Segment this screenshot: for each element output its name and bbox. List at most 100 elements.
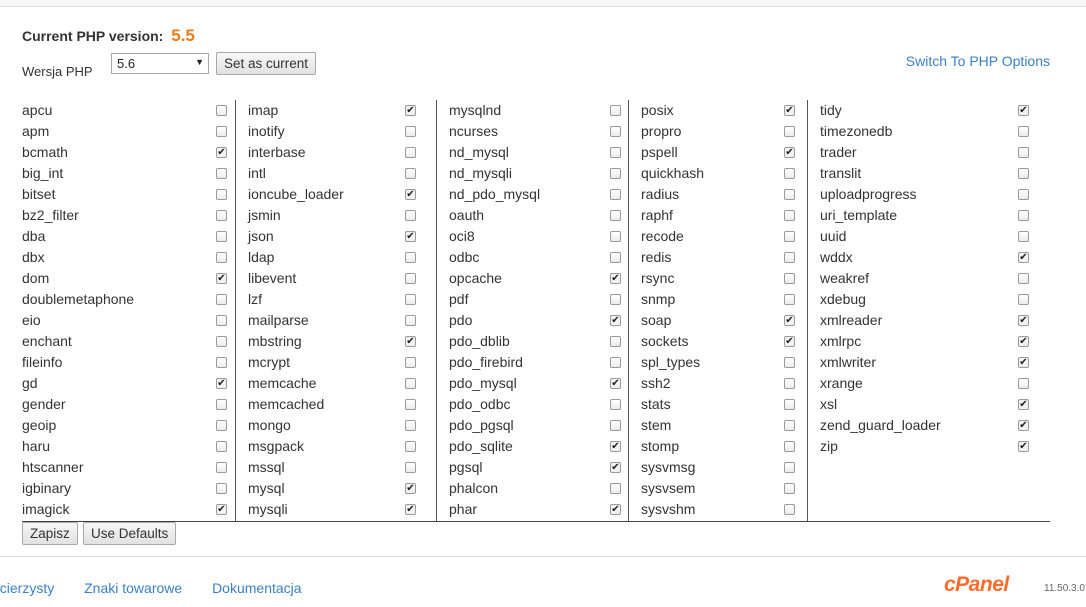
extension-checkbox[interactable] <box>610 483 621 494</box>
extension-checkbox[interactable] <box>784 462 795 473</box>
extension-checkbox[interactable] <box>405 273 416 284</box>
extension-checkbox[interactable] <box>405 315 416 326</box>
extension-checkbox[interactable] <box>405 147 416 158</box>
extension-checkbox[interactable]: ✔ <box>1018 336 1029 347</box>
set-as-current-button[interactable]: Set as current <box>216 52 317 75</box>
extension-checkbox[interactable]: ✔ <box>610 273 621 284</box>
extension-checkbox[interactable] <box>784 441 795 452</box>
extension-checkbox[interactable]: ✔ <box>610 441 621 452</box>
extension-checkbox[interactable]: ✔ <box>784 105 795 116</box>
use-defaults-button[interactable]: Use Defaults <box>83 522 177 545</box>
extension-checkbox[interactable] <box>1018 126 1029 137</box>
extension-checkbox[interactable]: ✔ <box>610 462 621 473</box>
extension-checkbox[interactable] <box>610 126 621 137</box>
extension-checkbox[interactable] <box>216 126 227 137</box>
extension-checkbox[interactable] <box>216 168 227 179</box>
extension-checkbox[interactable]: ✔ <box>1018 105 1029 116</box>
extension-checkbox[interactable] <box>784 357 795 368</box>
extension-checkbox[interactable] <box>1018 147 1029 158</box>
extension-checkbox[interactable] <box>610 399 621 410</box>
extension-checkbox[interactable] <box>1018 168 1029 179</box>
extension-checkbox[interactable] <box>405 168 416 179</box>
extension-checkbox[interactable] <box>784 189 795 200</box>
extension-checkbox[interactable]: ✔ <box>405 231 416 242</box>
footer-link-documentation[interactable]: Dokumentacja <box>212 580 302 596</box>
extension-checkbox[interactable]: ✔ <box>405 105 416 116</box>
extension-checkbox[interactable] <box>216 231 227 242</box>
extension-checkbox[interactable] <box>610 231 621 242</box>
extension-checkbox[interactable] <box>610 168 621 179</box>
extension-checkbox[interactable] <box>405 252 416 263</box>
extension-checkbox[interactable] <box>610 336 621 347</box>
extension-checkbox[interactable] <box>784 210 795 221</box>
extension-checkbox[interactable] <box>610 210 621 221</box>
footer-link-trademarks[interactable]: Znaki towarowe <box>84 580 182 596</box>
extension-checkbox[interactable] <box>216 483 227 494</box>
extension-checkbox[interactable]: ✔ <box>784 147 795 158</box>
extension-checkbox[interactable]: ✔ <box>610 504 621 515</box>
extension-checkbox[interactable]: ✔ <box>405 504 416 515</box>
extension-checkbox[interactable] <box>610 252 621 263</box>
extension-checkbox[interactable] <box>610 357 621 368</box>
extension-checkbox[interactable] <box>216 315 227 326</box>
footer-link-copyright[interactable]: acierzysty <box>0 580 54 596</box>
extension-checkbox[interactable] <box>610 294 621 305</box>
extension-checkbox[interactable] <box>610 147 621 158</box>
extension-checkbox[interactable] <box>216 189 227 200</box>
extension-checkbox[interactable] <box>784 294 795 305</box>
extension-checkbox[interactable]: ✔ <box>405 336 416 347</box>
extension-checkbox[interactable] <box>1018 231 1029 242</box>
extension-checkbox[interactable] <box>784 504 795 515</box>
switch-to-php-options-link[interactable]: Switch To PHP Options <box>906 53 1050 69</box>
extension-checkbox[interactable] <box>405 210 416 221</box>
extension-checkbox[interactable]: ✔ <box>1018 252 1029 263</box>
extension-checkbox[interactable]: ✔ <box>610 378 621 389</box>
extension-checkbox[interactable] <box>405 378 416 389</box>
extension-checkbox[interactable] <box>216 399 227 410</box>
extension-checkbox[interactable]: ✔ <box>216 147 227 158</box>
extension-checkbox[interactable] <box>405 294 416 305</box>
extension-checkbox[interactable] <box>784 231 795 242</box>
extension-checkbox[interactable] <box>610 420 621 431</box>
extension-checkbox[interactable] <box>784 483 795 494</box>
extension-checkbox[interactable] <box>405 357 416 368</box>
extension-checkbox[interactable]: ✔ <box>1018 420 1029 431</box>
extension-checkbox[interactable] <box>1018 273 1029 284</box>
extension-checkbox[interactable] <box>216 210 227 221</box>
extension-checkbox[interactable] <box>216 294 227 305</box>
extension-checkbox[interactable] <box>784 126 795 137</box>
extension-checkbox[interactable]: ✔ <box>1018 357 1029 368</box>
extension-checkbox[interactable] <box>1018 378 1029 389</box>
extension-checkbox[interactable] <box>610 189 621 200</box>
extension-checkbox[interactable] <box>784 420 795 431</box>
extension-checkbox[interactable] <box>216 441 227 452</box>
extension-checkbox[interactable]: ✔ <box>405 189 416 200</box>
extension-checkbox[interactable] <box>216 252 227 263</box>
extension-checkbox[interactable] <box>405 399 416 410</box>
extension-checkbox[interactable]: ✔ <box>610 315 621 326</box>
extension-checkbox[interactable] <box>216 357 227 368</box>
extension-checkbox[interactable] <box>216 105 227 116</box>
save-button[interactable]: Zapisz <box>22 522 78 545</box>
extension-checkbox[interactable]: ✔ <box>1018 399 1029 410</box>
extension-checkbox[interactable] <box>1018 210 1029 221</box>
extension-checkbox[interactable] <box>1018 294 1029 305</box>
extension-checkbox[interactable] <box>216 462 227 473</box>
extension-checkbox[interactable]: ✔ <box>216 273 227 284</box>
extension-checkbox[interactable] <box>784 378 795 389</box>
extension-checkbox[interactable] <box>784 252 795 263</box>
extension-checkbox[interactable]: ✔ <box>216 504 227 515</box>
extension-checkbox[interactable] <box>1018 189 1029 200</box>
extension-checkbox[interactable]: ✔ <box>1018 315 1029 326</box>
extension-checkbox[interactable] <box>610 105 621 116</box>
extension-checkbox[interactable] <box>784 168 795 179</box>
extension-checkbox[interactable]: ✔ <box>405 483 416 494</box>
extension-checkbox[interactable] <box>216 420 227 431</box>
extension-checkbox[interactable] <box>784 399 795 410</box>
extension-checkbox[interactable]: ✔ <box>1018 441 1029 452</box>
extension-checkbox[interactable] <box>405 462 416 473</box>
extension-checkbox[interactable] <box>405 420 416 431</box>
extension-checkbox[interactable] <box>784 273 795 284</box>
extension-checkbox[interactable]: ✔ <box>216 378 227 389</box>
extension-checkbox[interactable] <box>405 441 416 452</box>
